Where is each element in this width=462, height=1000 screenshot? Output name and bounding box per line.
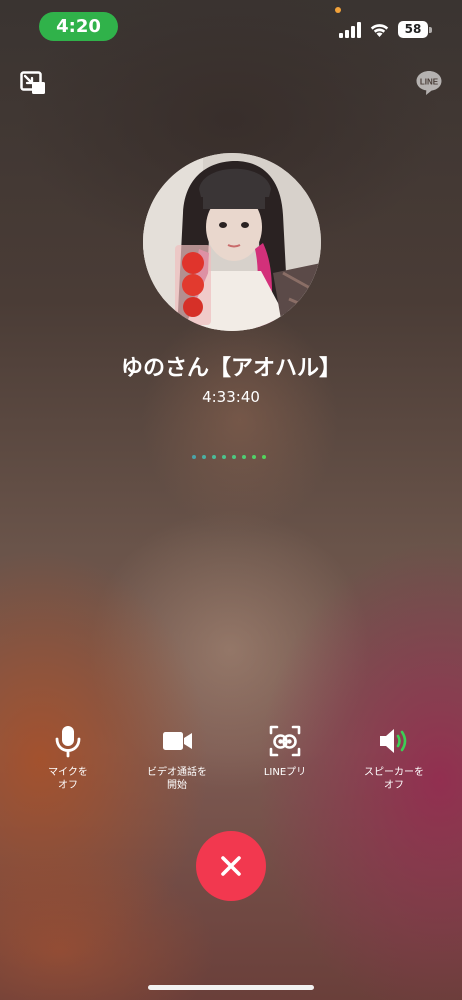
line-puri-button[interactable]: LINEプリ [235,724,335,779]
status-time[interactable]: 4:20 [39,12,118,41]
speaker-button[interactable]: スピーカーを オフ [344,724,444,792]
mute-mic-button[interactable]: マイクを オフ [18,724,118,792]
start-video-call-label: ビデオ通話を 開始 [147,767,207,791]
status-bar: 4:20 58 [0,0,462,52]
connection-dot [192,455,196,459]
caller-avatar[interactable] [143,153,321,331]
connection-dot [262,455,266,459]
connection-dot [242,455,246,459]
battery-tip [429,27,432,33]
signal-icon [339,22,361,38]
end-call-button[interactable] [196,831,266,901]
connection-indicator [192,455,272,461]
connection-dot [232,455,236,459]
svg-text:LINE: LINE [420,78,439,87]
connection-dot [212,455,216,459]
start-video-call-button[interactable]: ビデオ通話を 開始 [127,724,227,792]
minimize-pip-icon[interactable] [20,71,46,95]
call-duration: 4:33:40 [202,388,260,406]
home-indicator[interactable] [148,985,314,990]
line-puri-icon [269,725,301,757]
caller-name: ゆのさん【アオハル】 [120,356,341,381]
speaker-icon [380,729,407,753]
connection-dot [252,455,256,459]
close-icon [221,856,241,876]
video-camera-icon [163,732,192,750]
caller-avatar-photo [143,153,321,331]
speaker-label: スピーカーを オフ [364,767,424,791]
line-logo-icon: LINE [416,71,442,95]
wifi-icon [370,24,389,37]
privacy-indicator-dot [335,7,341,13]
line-puri-label: LINEプリ [263,767,307,778]
battery-icon: 58 [398,21,428,38]
microphone-icon [55,726,81,758]
call-screen: 4:20 58 LINE ゆのさん【アオハル】 4:33:40 マイクを オフ … [0,0,462,1000]
connection-dot [222,455,226,459]
connection-dot [202,455,206,459]
mute-mic-label: マイクを オフ [48,767,88,791]
